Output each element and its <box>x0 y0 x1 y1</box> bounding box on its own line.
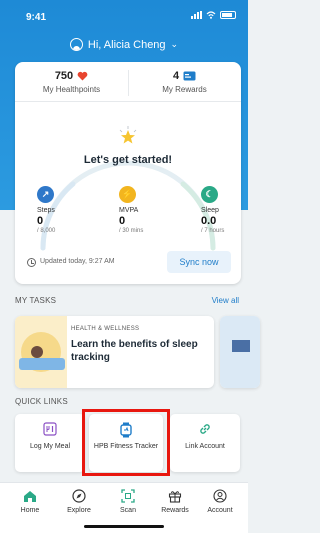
quick-link-label: Link Account <box>185 443 225 450</box>
steps-icon: ↗ <box>37 186 54 203</box>
task-title: Learn the benefits of sleep tracking <box>71 339 198 363</box>
sync-now-button[interactable]: Sync now <box>167 251 231 273</box>
healthpoints-value: 750 <box>54 70 74 82</box>
clock-icon <box>27 258 36 267</box>
sleep-label: Sleep <box>201 207 219 214</box>
link-icon <box>200 424 210 434</box>
heart-icon <box>77 71 88 81</box>
task-category: HEALTH & WELLNESS <box>71 326 140 332</box>
sleep-value: 0.0 <box>201 215 217 227</box>
wifi-icon <box>206 11 216 19</box>
quick-link-log-meal[interactable]: Log My Meal <box>15 414 85 472</box>
signal-icon <box>191 11 202 19</box>
rewards-value: 4 <box>172 70 180 82</box>
mvpa-target: / 30 mins <box>119 228 144 234</box>
profile-switcher[interactable]: Hi, Alicia Cheng ⌄ <box>0 38 248 51</box>
synced-time: Updated today, 9:27 AM <box>40 258 115 265</box>
headline: Let's get started! <box>83 154 173 166</box>
sleep-illustration <box>15 316 67 388</box>
sleep-target: / 7 hours <box>201 228 225 234</box>
rewards-label: My Rewards <box>162 85 207 94</box>
status-icons <box>191 11 236 19</box>
nav-explore[interactable]: Explore <box>54 489 104 514</box>
nav-label: Scan <box>120 507 136 514</box>
my-tasks-heading: MY TASKS <box>15 296 57 305</box>
quick-link-link-account[interactable]: Link Account <box>170 414 240 472</box>
nav-rewards[interactable]: Rewards <box>150 489 200 514</box>
nav-label: Account <box>207 507 233 514</box>
rewards-tile[interactable]: 4 My Rewards <box>128 70 241 94</box>
nav-label: Explore <box>67 507 91 514</box>
explore-icon <box>72 489 86 503</box>
rewards-ticket-icon <box>183 71 196 81</box>
task-card-next[interactable] <box>220 316 260 388</box>
steps-target: / 8,000 <box>37 228 56 234</box>
healthpoints-tile[interactable]: 750 My Healthpoints <box>15 70 128 94</box>
star-icon <box>119 126 137 144</box>
nav-account[interactable]: Account <box>195 489 245 514</box>
points-row: 750 My Healthpoints 4 My Rewards <box>15 62 241 102</box>
steps-value: 0 <box>37 215 44 227</box>
steps-stat[interactable]: ↗ Steps 0 / 8,000 <box>37 186 97 234</box>
nav-label: Rewards <box>161 507 189 514</box>
highlight-box <box>82 409 170 476</box>
steps-label: Steps <box>37 207 55 214</box>
sync-row: Updated today, 9:27 AM Sync now <box>15 248 241 278</box>
greeting-text: Hi, Alicia Cheng <box>87 38 166 51</box>
task-card[interactable]: HEALTH & WELLNESS Learn the benefits of … <box>15 316 214 388</box>
activity-summary-card: 750 My Healthpoints 4 My Rewards Let's g… <box>15 62 241 284</box>
home-indicator <box>84 525 164 528</box>
gift-icon <box>168 491 182 503</box>
mvpa-value: 0 <box>119 215 126 227</box>
status-time: 9:41 <box>26 12 47 23</box>
meal-icon <box>43 422 57 436</box>
lightning-icon: ⚡ <box>119 186 136 203</box>
status-bar: 9:41 <box>0 0 248 28</box>
moon-icon: ☾ <box>201 186 218 203</box>
mvpa-label: MVPA <box>119 207 139 214</box>
scan-icon <box>121 489 135 503</box>
home-icon <box>24 490 36 502</box>
nav-scan[interactable]: Scan <box>103 489 153 514</box>
quick-links-heading: QUICK LINKS <box>15 397 68 406</box>
mvpa-stat[interactable]: ⚡ MVPA 0 / 30 mins <box>119 186 179 234</box>
chevron-down-icon: ⌄ <box>170 39 179 49</box>
account-icon <box>213 489 227 503</box>
battery-icon <box>220 11 236 19</box>
healthpoints-label: My Healthpoints <box>42 85 101 94</box>
view-all-link[interactable]: View all <box>212 296 239 305</box>
nav-label: Home <box>20 507 40 514</box>
sleep-stat[interactable]: ☾ Sleep 0.0 / 7 hours <box>201 186 261 234</box>
profile-icon <box>69 38 83 51</box>
quick-link-label: Log My Meal <box>29 443 71 450</box>
nav-home[interactable]: Home <box>5 489 55 514</box>
